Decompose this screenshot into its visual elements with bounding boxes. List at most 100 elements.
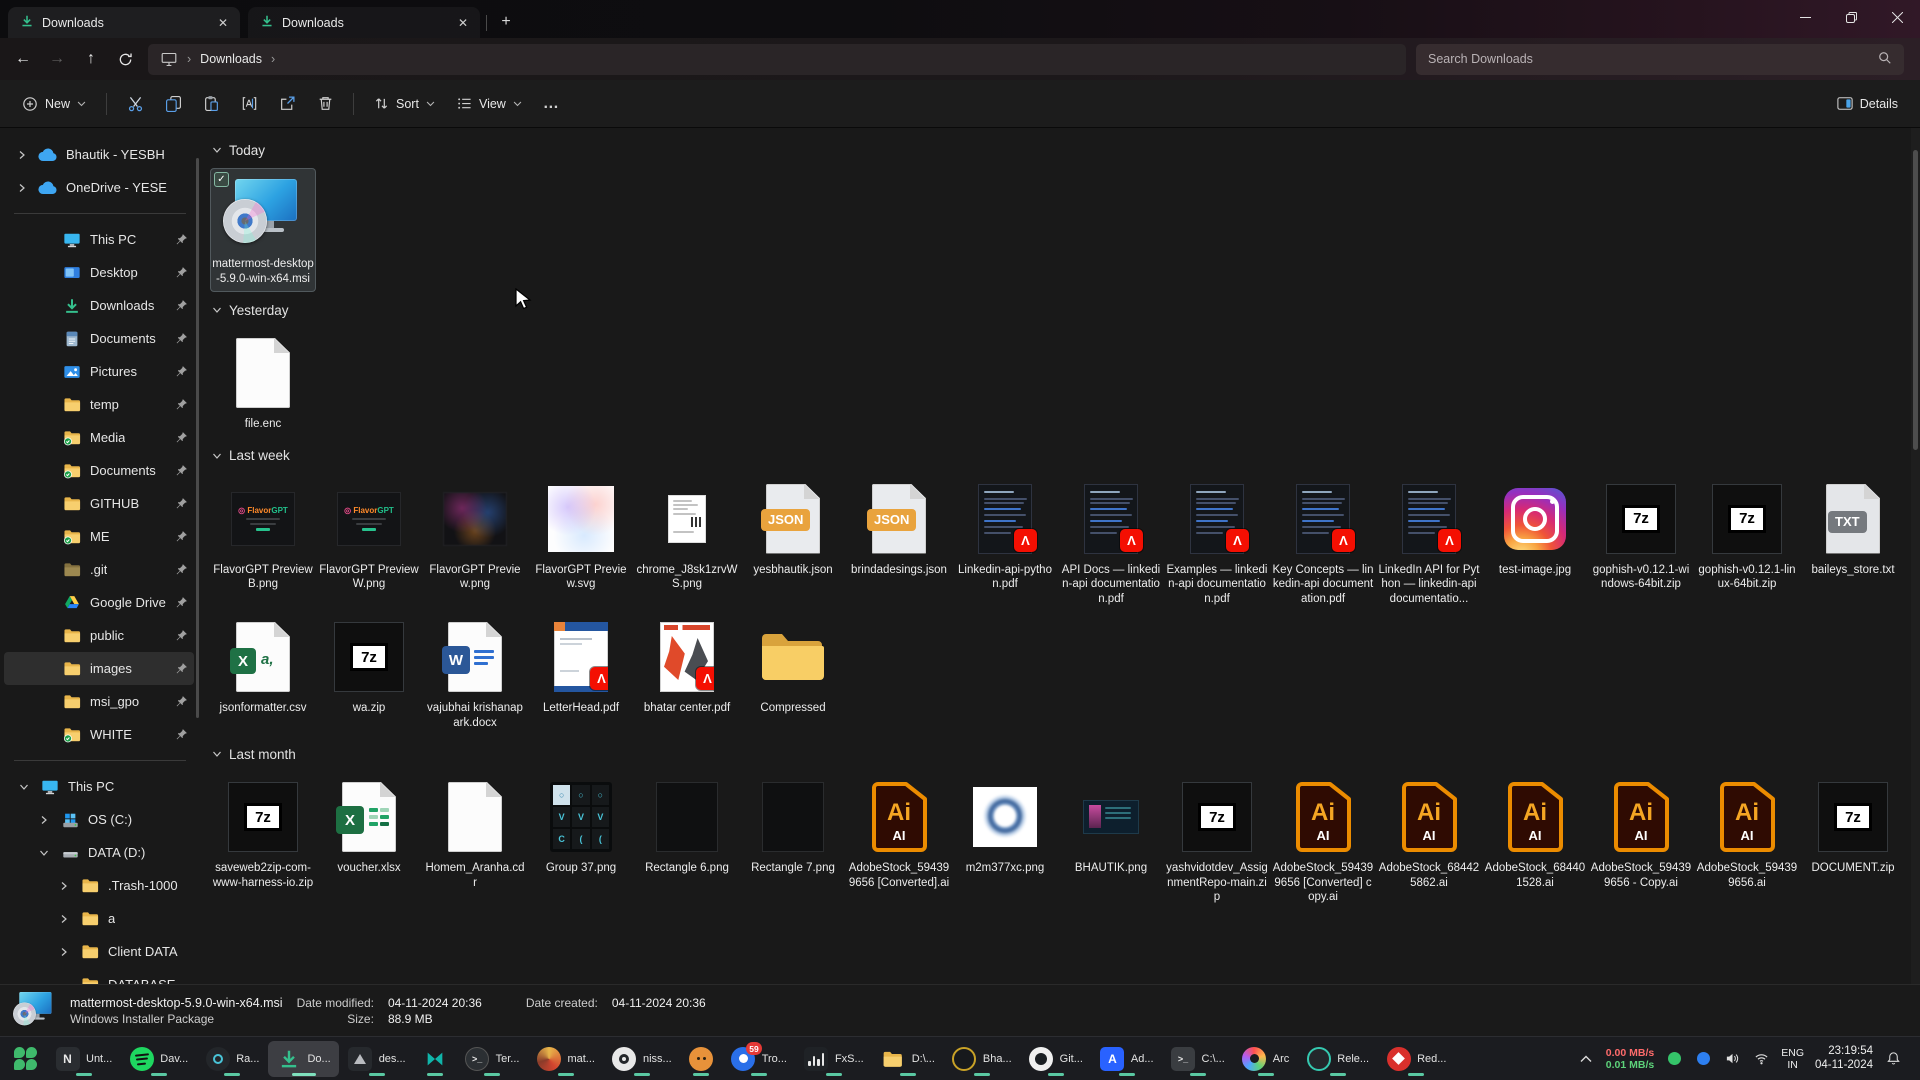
sidebar-item-desktop[interactable]: Desktop [4,256,194,289]
taskbar-app-discord[interactable] [681,1041,722,1077]
taskbar-app-c[interactable]: >_C:\... [1163,1041,1233,1077]
section-header-last-week[interactable]: Last week [212,444,1911,468]
expand-chevron-icon[interactable] [14,150,30,160]
delete-button[interactable] [307,87,343,121]
sidebar-item-this-pc[interactable]: This PC [4,770,194,803]
file-item[interactable]: AiAIAdobeStock_684425862.ai [1376,772,1482,896]
file-item[interactable]: BHAUTIK.png [1058,772,1164,882]
sidebar-item-pictures[interactable]: Pictures [4,355,194,388]
sidebar-item-white[interactable]: WHITE [4,718,194,751]
close-button[interactable] [1874,0,1920,34]
file-item[interactable]: 7zgophish-v0.12.1-windows-64bit.zip [1588,474,1694,598]
up-button[interactable]: ↑ [74,44,108,74]
new-tab-button[interactable]: + [493,9,519,35]
file-item[interactable]: ΛLinkedIn API for Python — linkedin-api … [1376,474,1482,613]
taskbar-app-ter[interactable]: >_Ter... [457,1041,528,1077]
section-header-last-month[interactable]: Last month [212,742,1911,766]
network-speed-monitor[interactable]: 0.00 MB/s 0.01 MB/s [1606,1047,1654,1071]
copy-button[interactable] [155,87,191,121]
sidebar-item-a[interactable]: a [4,902,194,935]
sidebar-item-me[interactable]: ME [4,520,194,553]
view-button[interactable]: View [447,87,532,121]
file-item[interactable]: FlavorGPT Preview.svg [528,474,634,598]
sidebar-scrollbar[interactable] [196,158,199,718]
taskbar-app-dav[interactable]: Dav... [121,1041,196,1077]
notification-bell-icon[interactable] [1884,1050,1902,1068]
file-item[interactable]: test-image.jpg [1482,474,1588,584]
file-item[interactable]: AiAIAdobeStock_594399656.ai [1694,772,1800,896]
taskbar-app-git[interactable]: Git... [1021,1041,1091,1077]
restore-button[interactable] [1828,0,1874,34]
file-item[interactable]: FlavorGPT Preview.png [422,474,528,598]
volume-icon[interactable] [1723,1050,1741,1068]
minimize-button[interactable] [1782,0,1828,34]
expand-chevron-icon[interactable] [56,947,72,957]
taskbar-app-do[interactable]: Do... [268,1041,338,1077]
paste-button[interactable] [193,87,229,121]
sidebar-item-downloads[interactable]: Downloads [4,289,194,322]
rename-button[interactable] [231,87,267,121]
clock[interactable]: 23:19:54 04-11-2024 [1815,1045,1873,1072]
taskbar-app-bha[interactable]: Bha... [944,1041,1020,1077]
breadcrumb[interactable]: › Downloads › [148,44,1406,75]
sidebar-item-temp[interactable]: temp [4,388,194,421]
taskbar-app-ad[interactable]: AAd... [1092,1041,1162,1077]
tray-app-blue-icon[interactable] [1694,1050,1712,1068]
forward-button[interactable]: → [40,44,74,74]
section-header-yesterday[interactable]: Yesterday [212,298,1911,322]
share-button[interactable] [269,87,305,121]
file-item[interactable]: Rectangle 6.png [634,772,740,882]
file-item[interactable]: chrome_J8sk1zrvWS.png [634,474,740,598]
file-item[interactable]: Xvoucher.xlsx [316,772,422,882]
file-item[interactable]: 7zyashvidotdev_AssignmentRepo-main.zip [1164,772,1270,911]
sidebar-item-this-pc[interactable]: This PC [4,223,194,256]
file-item[interactable]: Rectangle 7.png [740,772,846,882]
tab-downloads-inactive[interactable]: Downloads ✕ [248,7,480,38]
file-item[interactable]: AiAIAdobeStock_594399656 [Converted] cop… [1270,772,1376,911]
hidden-icons-chevron[interactable] [1577,1050,1595,1068]
file-item[interactable]: m2m377xc.png [952,772,1058,882]
file-item[interactable]: 7zgophish-v0.12.1-linux-64bit.zip [1694,474,1800,598]
taskbar-app-vscode[interactable] [415,1041,456,1077]
language-indicator[interactable]: ENG IN [1781,1047,1804,1071]
file-item[interactable]: AiAIAdobeStock_594399656 - Copy.ai [1588,772,1694,896]
file-item[interactable]: 7zDOCUMENT.zip [1800,772,1906,882]
scrollbar-thumb[interactable] [1913,150,1918,450]
expand-chevron-icon[interactable] [56,881,72,891]
file-item[interactable]: 7zsaveweb2zip-com-www-harness-io.zip [210,772,316,896]
details-pane-button[interactable]: Details [1827,87,1908,121]
file-item[interactable]: Homem_Aranha.cdr [422,772,528,896]
more-options-button[interactable]: … [534,87,570,121]
back-button[interactable]: ← [6,44,40,74]
sidebar-item-github[interactable]: GITHUB [4,487,194,520]
expand-chevron-icon[interactable] [56,914,72,924]
breadcrumb-item-downloads[interactable]: Downloads [200,52,262,66]
file-item[interactable]: ΛLinkedin-api-python.pdf [952,474,1058,598]
file-item[interactable]: ○○○VVVC((Group 37.png [528,772,634,882]
sidebar-item-client-data[interactable]: Client DATA [4,935,194,968]
file-item[interactable]: ◎ FlavorGPTFlavorGPT Preview W.png [316,474,422,598]
tab-close-icon[interactable]: ✕ [214,14,232,32]
sidebar-item--trash-1000[interactable]: .Trash-1000 [4,869,194,902]
vertical-scrollbar[interactable] [1911,128,1920,984]
file-item[interactable]: 7zwa.zip [316,612,422,722]
taskbar-app-des[interactable]: des... [340,1041,414,1077]
taskbar-app-tro[interactable]: 59Tro... [723,1041,795,1077]
sidebar-item-bhautik-yesbh[interactable]: Bhautik - YESBH [4,138,194,171]
taskbar-app-red[interactable]: Red... [1378,1041,1454,1077]
refresh-button[interactable] [108,44,142,74]
taskbar-app-fxs[interactable]: FxS... [796,1041,872,1077]
new-button[interactable]: New [12,87,96,121]
file-item[interactable]: Compressed [740,612,846,722]
taskbar-app-arc[interactable]: Arc [1234,1041,1298,1077]
file-item[interactable]: ✓mattermost-desktop-5.9.0-win-x64.msi [210,168,316,292]
expand-chevron-icon[interactable] [36,815,52,825]
sidebar-item-documents[interactable]: Documents [4,454,194,487]
sidebar-item-public[interactable]: public [4,619,194,652]
taskbar-app-d[interactable]: D:\... [873,1041,943,1077]
file-item[interactable]: ◎ FlavorGPTFlavorGPT Preview B.png [210,474,316,598]
file-item[interactable]: ΛExamples — linkedin-api documentation.p… [1164,474,1270,613]
taskbar-app-niss[interactable]: niss... [604,1041,680,1077]
network-icon[interactable] [1752,1050,1770,1068]
sidebar-item-images[interactable]: images [4,652,194,685]
